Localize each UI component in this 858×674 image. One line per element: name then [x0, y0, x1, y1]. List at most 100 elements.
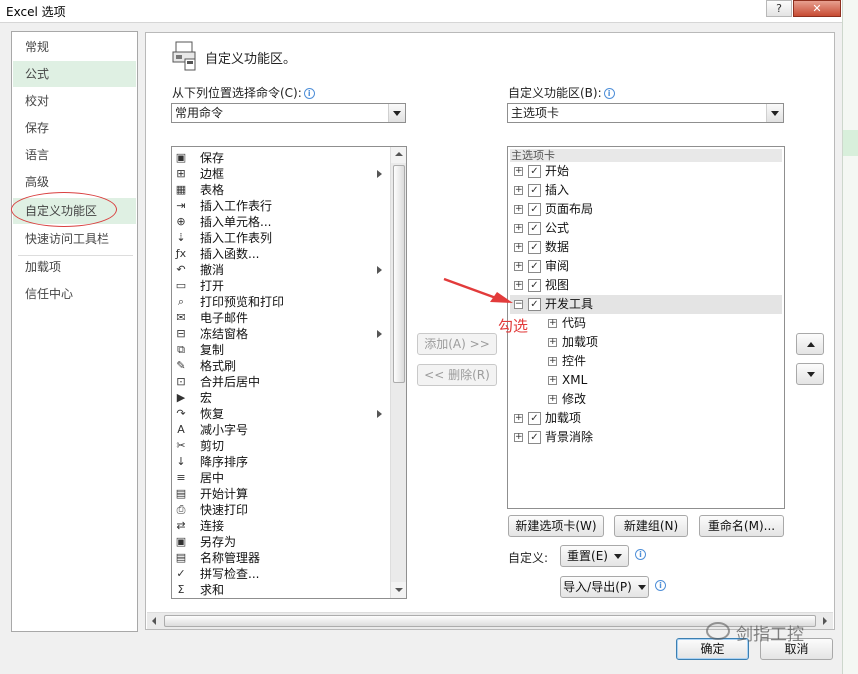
checkbox[interactable]: ✓	[528, 241, 541, 254]
command-list-item[interactable]: ↶ 撤消	[172, 262, 382, 278]
command-list-item[interactable]: ▣ 另存为	[172, 534, 374, 550]
add-button[interactable]: 添加(A) >>	[417, 333, 497, 355]
scroll-left-button[interactable]	[147, 613, 163, 629]
command-list-item[interactable]: ⎙ 快速打印	[172, 502, 374, 518]
command-list-item[interactable]: ⊕ 插入单元格...	[172, 214, 374, 230]
scroll-thumb[interactable]	[393, 165, 405, 383]
checkbox[interactable]: ✓	[528, 165, 541, 178]
help-button[interactable]: ?	[766, 0, 792, 17]
checkbox[interactable]: ✓	[528, 279, 541, 292]
checkbox[interactable]: ✓	[528, 184, 541, 197]
checkbox[interactable]: ✓	[528, 412, 541, 425]
command-list-item[interactable]: ✎ 格式刷	[172, 358, 374, 374]
command-list-item[interactable]: ⌕ 打印预览和打印	[172, 294, 374, 310]
tree-tab-node[interactable]: − ✓ 开发工具	[510, 295, 782, 314]
nav-item-advanced[interactable]: 高级	[13, 169, 136, 195]
command-list-item[interactable]: ▦ 表格	[172, 182, 374, 198]
commands-list[interactable]: ▣ 保存 ⊞ 边框 ▦ 表格 ⇥ 插入工作表行 ⊕ 插入单元格... ⇣ 插入工作表列 ƒx 插入函数..…	[171, 146, 407, 599]
tree-tab-node[interactable]: + ✓ 加载项	[510, 409, 782, 428]
close-button[interactable]: ✕	[793, 0, 841, 17]
nav-item-save[interactable]: 保存	[13, 115, 136, 141]
tree-group-node[interactable]: + 加载项	[510, 333, 782, 352]
tree-tab-node[interactable]: + ✓ 开始	[510, 162, 782, 181]
command-list-item[interactable]: ⇣ 插入工作表列	[172, 230, 374, 246]
tree-tab-node[interactable]: + ✓ 插入	[510, 181, 782, 200]
tree-tab-node[interactable]: + ✓ 视图	[510, 276, 782, 295]
checkbox[interactable]: ✓	[528, 222, 541, 235]
expand-icon[interactable]: +	[514, 205, 523, 214]
reset-dropdown-button[interactable]: 重置(E)	[560, 545, 629, 567]
ribbon-tree[interactable]: 主选项卡 + ✓ 开始 + ✓ 插入 + ✓ 页面布局 + ✓ 公式 + ✓ 数据 + ✓ 审阅 + ✓ 视图 − ✓ 开发工…	[507, 146, 785, 509]
command-list-item[interactable]: ≡ 居中	[172, 470, 374, 486]
command-source-dropdown[interactable]: 常用命令	[171, 103, 406, 123]
tree-tab-node[interactable]: + ✓ 公式	[510, 219, 782, 238]
tree-tab-node[interactable]: + ✓ 页面布局	[510, 200, 782, 219]
command-list-item[interactable]: ✓ 拼写检查...	[172, 566, 374, 582]
command-label: 表格	[200, 183, 225, 197]
scroll-up-button[interactable]	[391, 147, 406, 163]
scroll-right-button[interactable]	[817, 613, 833, 629]
expand-icon[interactable]: +	[514, 224, 523, 233]
command-list-item[interactable]: ↷ 恢复	[172, 406, 382, 422]
move-down-button[interactable]	[796, 363, 824, 385]
command-list-item[interactable]: ⧉ 复制	[172, 342, 374, 358]
new-group-button[interactable]: 新建组(N)	[614, 515, 688, 537]
command-list-item[interactable]: ✉ 电子邮件	[172, 310, 374, 326]
nav-item-proofing[interactable]: 校对	[13, 88, 136, 114]
checkbox[interactable]: ✓	[528, 298, 541, 311]
nav-item-quick-access-toolbar[interactable]: 快速访问工具栏	[13, 226, 136, 252]
command-list-item[interactable]: ↓ 降序排序	[172, 454, 374, 470]
command-list-item[interactable]: ✂ 剪切	[172, 438, 374, 454]
command-list-item[interactable]: ⊟ 冻结窗格	[172, 326, 382, 342]
expand-icon[interactable]: +	[514, 414, 523, 423]
remove-button[interactable]: << 删除(R)	[417, 364, 497, 386]
nav-item-formulas[interactable]: 公式	[13, 61, 136, 87]
nav-item-trust-center[interactable]: 信任中心	[13, 281, 136, 307]
tree-group-node[interactable]: + 控件	[510, 352, 782, 371]
commands-list-scrollbar[interactable]	[390, 147, 406, 598]
expand-icon[interactable]: +	[548, 395, 557, 404]
command-list-item[interactable]: Σ 求和	[172, 582, 374, 598]
command-list-item[interactable]: ▤ 开始计算	[172, 486, 374, 502]
tree-group-node[interactable]: + XML	[510, 371, 782, 390]
new-tab-button[interactable]: 新建选项卡(W)	[508, 515, 604, 537]
expand-icon[interactable]: +	[514, 186, 523, 195]
tree-tab-node[interactable]: + ✓ 数据	[510, 238, 782, 257]
command-list-item[interactable]: ⊞ 边框	[172, 166, 382, 182]
move-up-button[interactable]	[796, 333, 824, 355]
expand-icon[interactable]: +	[548, 319, 557, 328]
expand-icon[interactable]: +	[514, 243, 523, 252]
expand-icon[interactable]: +	[548, 338, 557, 347]
command-list-item[interactable]: ƒx 插入函数...	[172, 246, 374, 262]
scroll-down-button[interactable]	[391, 582, 406, 598]
command-list-item[interactable]: ▤ 名称管理器	[172, 550, 374, 566]
checkbox[interactable]: ✓	[528, 431, 541, 444]
nav-item-add-ins[interactable]: 加载项	[13, 254, 136, 280]
nav-item-general[interactable]: 常规	[13, 34, 136, 60]
expand-icon[interactable]: +	[548, 357, 557, 366]
tree-tab-node[interactable]: + ✓ 审阅	[510, 257, 782, 276]
command-label: 边框	[200, 167, 225, 181]
horizontal-scrollbar[interactable]	[147, 612, 833, 629]
command-list-item[interactable]: A 减小字号	[172, 422, 374, 438]
checkbox[interactable]: ✓	[528, 203, 541, 216]
insert-row-icon: ⇥	[176, 199, 186, 212]
tree-group-node[interactable]: + 修改	[510, 390, 782, 409]
rename-button[interactable]: 重命名(M)...	[699, 515, 784, 537]
expand-icon[interactable]: +	[514, 433, 523, 442]
import-export-dropdown-button[interactable]: 导入/导出(P)	[560, 576, 649, 598]
ribbon-tabs-dropdown[interactable]: 主选项卡	[507, 103, 784, 123]
expand-icon[interactable]: +	[514, 262, 523, 271]
command-list-item[interactable]: ⊡ 合并后居中	[172, 374, 374, 390]
checkbox[interactable]: ✓	[528, 260, 541, 273]
command-list-item[interactable]: ▶ 宏	[172, 390, 374, 406]
command-list-item[interactable]: ▭ 打开	[172, 278, 374, 294]
expand-icon[interactable]: +	[514, 167, 523, 176]
tree-group-node[interactable]: + 代码	[510, 314, 782, 333]
nav-item-language[interactable]: 语言	[13, 142, 136, 168]
tree-tab-node[interactable]: + ✓ 背景消除	[510, 428, 782, 447]
command-list-item[interactable]: ⇥ 插入工作表行	[172, 198, 374, 214]
command-list-item[interactable]: ⇄ 连接	[172, 518, 374, 534]
expand-icon[interactable]: +	[548, 376, 557, 385]
command-list-item[interactable]: ▣ 保存	[172, 150, 374, 166]
